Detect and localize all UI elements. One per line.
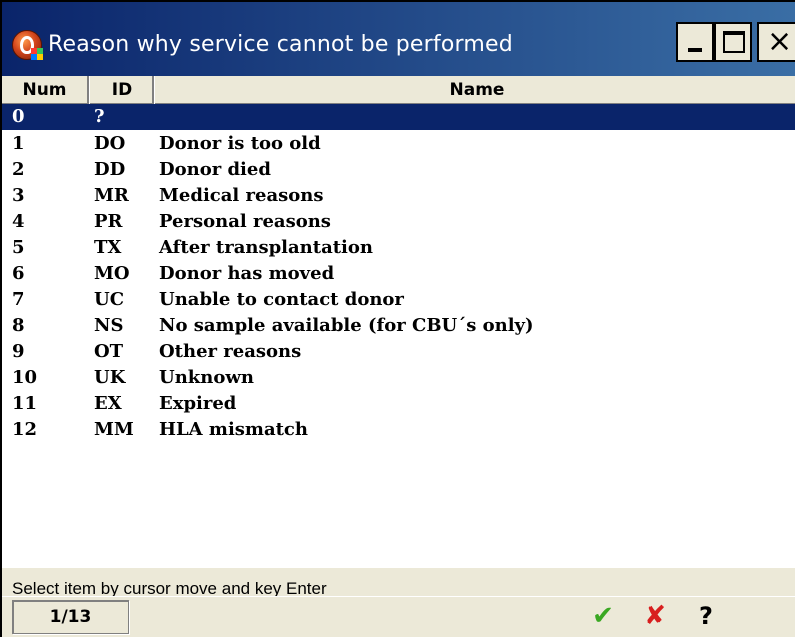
dialog-window: Reason why service cannot be performed ×… — [0, 0, 795, 637]
item-name: Medical reasons — [159, 185, 324, 206]
item-name: Donor has moved — [159, 263, 335, 284]
item-id: DD — [94, 159, 126, 180]
item-num: 11 — [12, 393, 38, 414]
close-icon: × — [767, 24, 793, 59]
help-icon[interactable]: ? — [687, 599, 725, 633]
column-header-num[interactable]: Num — [2, 76, 89, 104]
item-num: 0 — [12, 106, 25, 127]
list-item[interactable]: 4 PR Personal reasons — [2, 209, 795, 235]
app-logo-icon — [12, 30, 43, 60]
item-num: 5 — [12, 237, 25, 258]
item-name: After transplantation — [159, 237, 373, 258]
list-item[interactable]: 0? — [2, 104, 795, 130]
item-id: DO — [94, 133, 126, 154]
maximize-icon — [723, 31, 745, 53]
item-name: HLA mismatch — [159, 419, 308, 440]
item-name: Donor is too old — [159, 133, 321, 154]
column-header-name[interactable]: Name — [157, 76, 795, 104]
item-name: Unknown — [159, 367, 254, 388]
item-num: 9 — [12, 341, 25, 362]
list-item[interactable]: 1 DO Donor is too old — [2, 131, 795, 157]
list-item[interactable]: 7 UC Unable to contact donor — [2, 287, 795, 313]
list-item[interactable]: 9 OT Other reasons — [2, 339, 795, 365]
item-id: OT — [94, 341, 124, 362]
item-id: UK — [94, 367, 126, 388]
item-id: ? — [94, 106, 105, 127]
list-item[interactable]: 2 DD Donor died — [2, 157, 795, 183]
item-name: Expired — [159, 393, 237, 414]
list-item[interactable]: 12 MM HLA mismatch — [2, 417, 795, 443]
close-button[interactable]: × — [757, 22, 795, 62]
item-num: 6 — [12, 263, 25, 284]
item-name: Personal reasons — [159, 211, 331, 232]
list-item[interactable]: 6 MO Donor has moved — [2, 261, 795, 287]
item-id: MO — [94, 263, 130, 284]
window-title: Reason why service cannot be performed — [48, 32, 513, 57]
list-item[interactable]: 5 TX After transplantation — [2, 235, 795, 261]
column-header-id[interactable]: ID — [92, 76, 154, 104]
bottom-toolbar: 1/13 ✔ ✘ ? — [2, 596, 795, 637]
item-num: 2 — [12, 159, 25, 180]
column-headers: Num ID Name — [2, 76, 795, 104]
item-num: 1 — [12, 133, 25, 154]
cancel-x-icon[interactable]: ✘ — [636, 599, 674, 633]
maximize-button[interactable] — [714, 22, 752, 62]
title-bar[interactable]: Reason why service cannot be performed × — [2, 2, 795, 76]
item-num: 8 — [12, 315, 25, 336]
item-id: MR — [94, 185, 129, 206]
status-hint-bar: Select item by cursor move and key Enter — [2, 568, 795, 596]
item-id: TX — [94, 237, 122, 258]
item-id: MM — [94, 419, 134, 440]
minimize-icon — [688, 48, 702, 52]
confirm-check-icon[interactable]: ✔ — [584, 599, 622, 633]
item-num: 12 — [12, 419, 38, 440]
item-id: NS — [94, 315, 124, 336]
item-num: 3 — [12, 185, 25, 206]
item-id: PR — [94, 211, 123, 232]
item-num: 10 — [12, 367, 38, 388]
item-name: Donor died — [159, 159, 271, 180]
item-id: EX — [94, 393, 122, 414]
item-num: 7 — [12, 289, 25, 310]
minimize-button[interactable] — [676, 22, 714, 62]
list-item[interactable]: 11 EX Expired — [2, 391, 795, 417]
item-name: Unable to contact donor — [159, 289, 404, 310]
item-num: 4 — [12, 211, 25, 232]
page-indicator: 1/13 — [12, 600, 129, 634]
status-hint-text: Select item by cursor move and key Enter — [12, 579, 327, 596]
item-name: No sample available (for CBU´s only) — [159, 315, 534, 336]
item-id: UC — [94, 289, 125, 310]
list-item[interactable]: 10 UK Unknown — [2, 365, 795, 391]
reason-list[interactable]: 0? 1 DO Donor is too old 2 DD Donor died 3 MR… — [2, 104, 795, 568]
item-name: Other reasons — [159, 341, 302, 362]
list-item[interactable]: 3 MR Medical reasons — [2, 183, 795, 209]
list-item[interactable]: 8 NS No sample available (for CBU´s only) — [2, 313, 795, 339]
